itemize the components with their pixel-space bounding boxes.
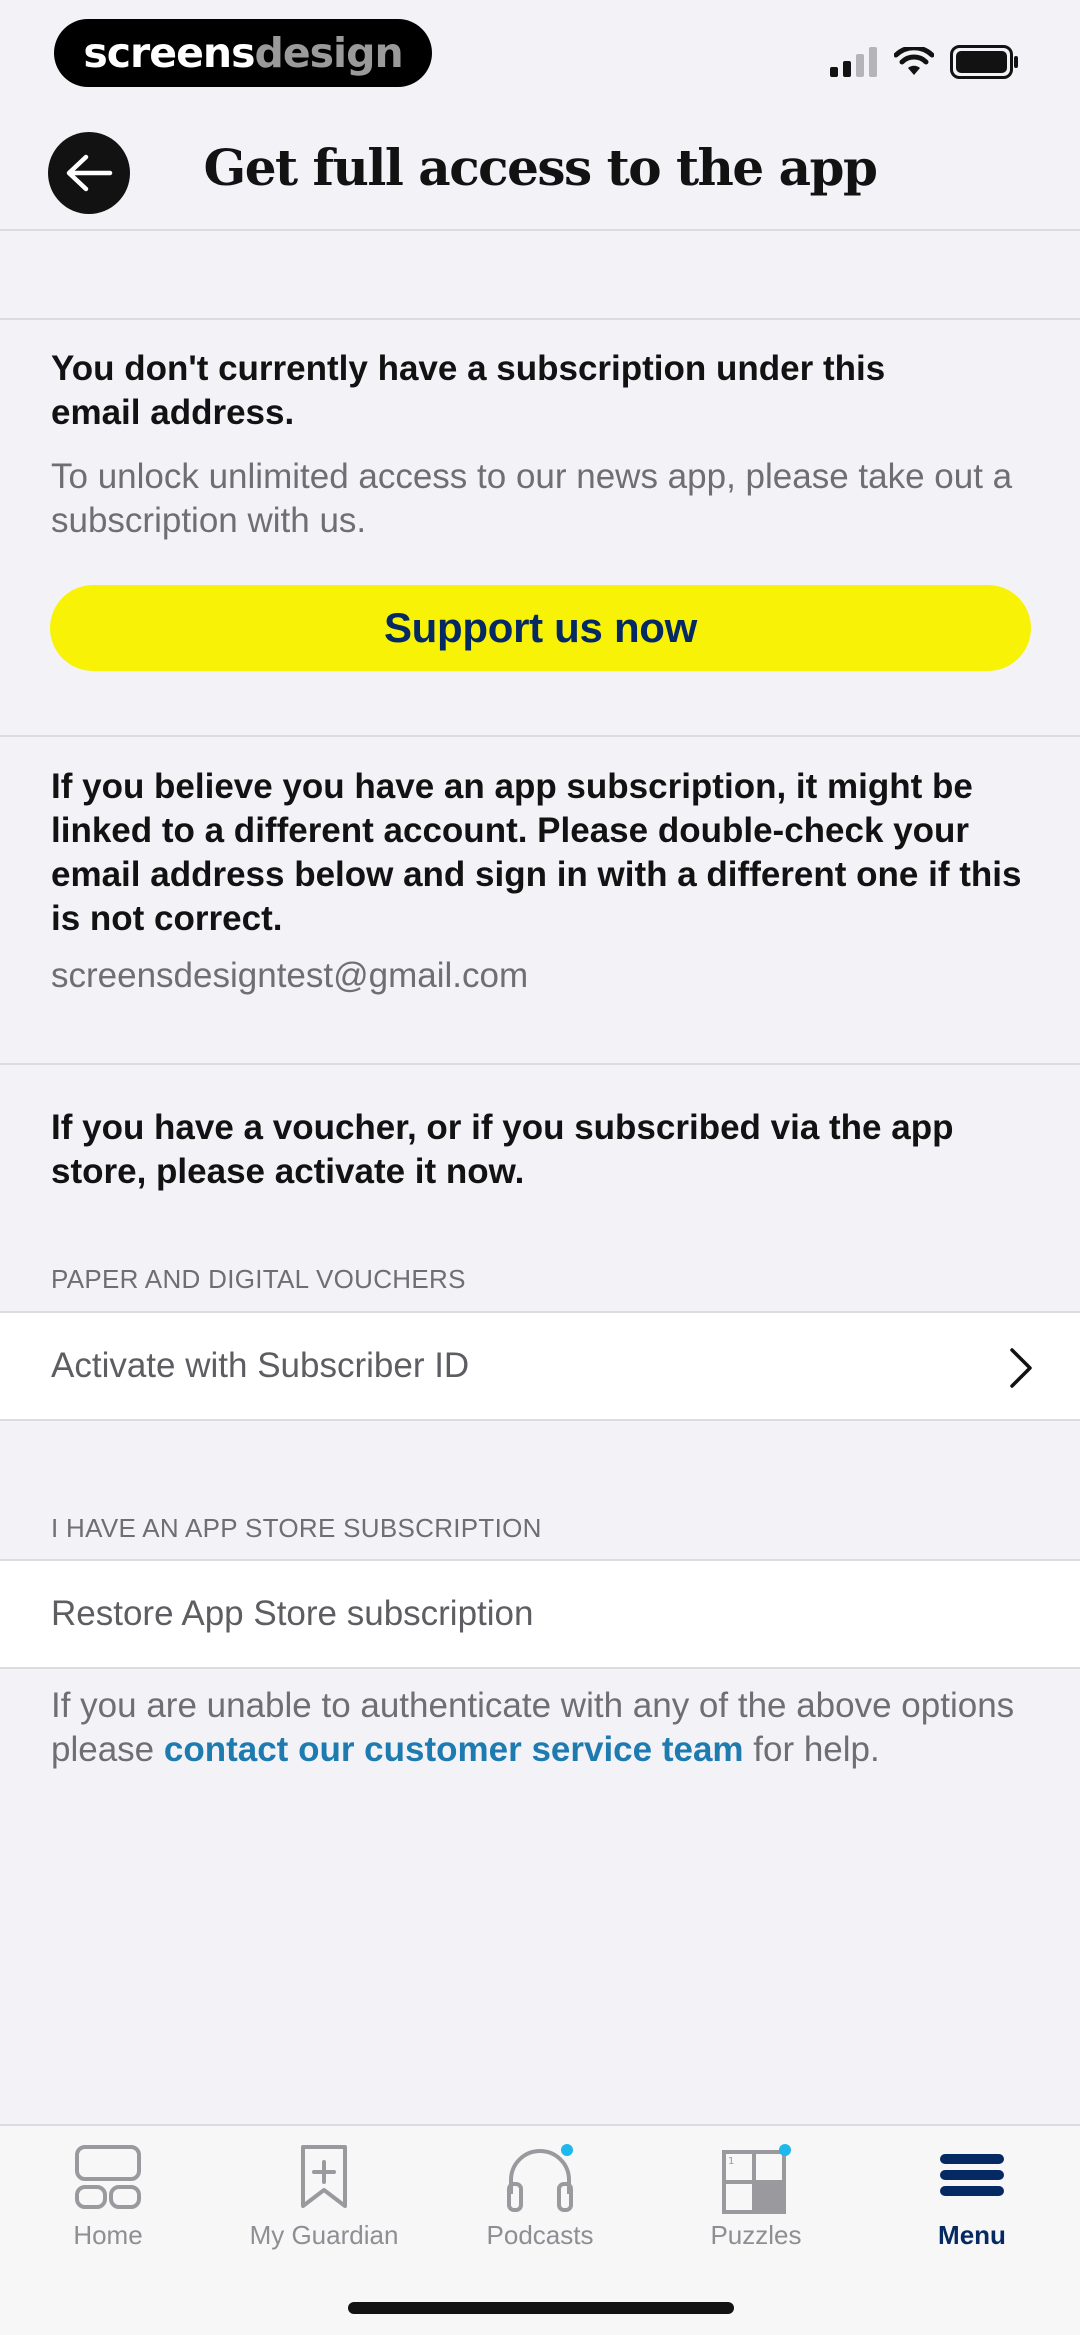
tab-label: Home [73, 2220, 143, 2250]
screensdesign-logo: screens design [54, 19, 432, 87]
signal-icon [830, 47, 877, 77]
status-icons [830, 42, 1020, 82]
bookmark-icon [301, 2145, 347, 2208]
home-indicator [348, 2302, 734, 2314]
battery-icon [950, 45, 1018, 79]
restore-app-store-row[interactable]: Restore App Store subscription [0, 1559, 1080, 1669]
tab-puzzles[interactable]: 1 Puzzles [648, 2140, 864, 2260]
divider [0, 1063, 1080, 1065]
wifi-icon [894, 47, 934, 75]
tab-label: Podcasts [486, 2220, 594, 2250]
activate-subscriber-id-label: Activate with Subscriber ID [51, 1346, 470, 1385]
svg-text:1: 1 [728, 2156, 734, 2167]
no-subscription-heading: You don't currently have a subscription … [51, 349, 886, 432]
menu-icon [940, 2154, 1004, 2196]
home-icon [75, 2145, 141, 2209]
puzzle-grid-icon: 1 [722, 2144, 791, 2214]
tab-menu[interactable]: Menu [864, 2140, 1080, 2260]
activate-subscriber-id-row[interactable]: Activate with Subscriber ID [0, 1311, 1080, 1421]
footnote-text-after: for help. [743, 1730, 880, 1769]
chevron-right-icon [1010, 1348, 1032, 1388]
tab-label: Puzzles [710, 2220, 802, 2250]
help-footnote: If you are unable to authenticate with a… [51, 1684, 1051, 1772]
account-check-heading: If you believe you have an app subscript… [51, 767, 1022, 938]
tab-label: My Guardian [249, 2220, 399, 2250]
page-title: Get full access to the app [203, 138, 878, 197]
logo-text-part1: screens [83, 29, 255, 77]
headphones-icon [507, 2144, 573, 2212]
tab-label: Menu [938, 2220, 1006, 2250]
app-store-label: I HAVE AN APP STORE SUBSCRIPTION [51, 1513, 542, 1543]
divider [0, 735, 1080, 737]
paper-vouchers-label: PAPER AND DIGITAL VOUCHERS [51, 1264, 466, 1294]
logo-text-part2: design [254, 29, 403, 77]
divider [0, 318, 1080, 320]
tab-home[interactable]: Home [0, 2140, 216, 2260]
header: Get full access to the app [0, 110, 1080, 231]
tab-podcasts[interactable]: Podcasts [432, 2140, 648, 2260]
account-email: screensdesigntest@gmail.com [51, 956, 529, 995]
contact-customer-service-link[interactable]: contact our customer service team [164, 1730, 744, 1769]
restore-app-store-label: Restore App Store subscription [51, 1594, 534, 1633]
voucher-heading: If you have a voucher, or if you subscri… [51, 1108, 954, 1191]
support-us-button[interactable]: Support us now [50, 585, 1031, 671]
no-subscription-body: To unlock unlimited access to our news a… [51, 457, 1013, 540]
status-bar: screens design [0, 0, 1080, 110]
tab-my-guardian[interactable]: My Guardian [216, 2140, 432, 2260]
